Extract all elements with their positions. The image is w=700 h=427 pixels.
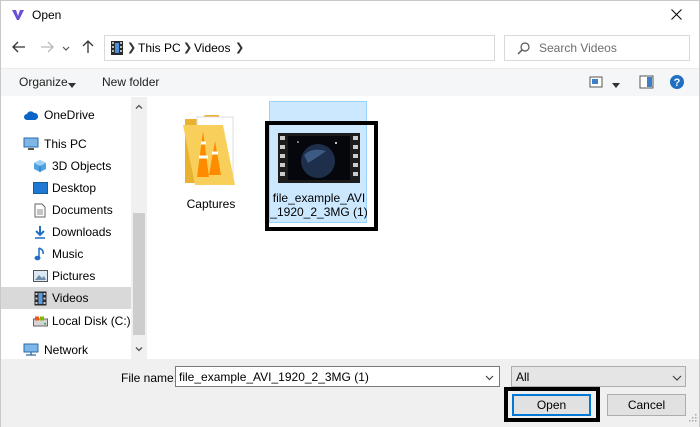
recent-locations-button[interactable] — [58, 36, 74, 60]
desktop-icon — [32, 180, 48, 196]
sidebar-item-desktop[interactable]: Desktop — [1, 177, 131, 199]
navigation-pane: OneDrive This PC 3D Objects Desktop Docu… — [1, 97, 147, 359]
sidebar-item-network[interactable]: Network — [1, 339, 131, 361]
sidebar-item-label: 3D Objects — [52, 159, 112, 173]
download-arrow-icon — [32, 224, 48, 240]
annotation-highlight-box — [265, 121, 378, 231]
sidebar-item-pictures[interactable]: Pictures — [1, 265, 131, 287]
navigation-bar: ❯ This PC ❯ Videos ❯ — [1, 34, 699, 62]
file-name-label: File name: — [121, 371, 178, 385]
sidebar-item-downloads[interactable]: Downloads — [1, 221, 131, 243]
chevron-down-icon — [485, 370, 494, 384]
file-item-captures[interactable]: Captures — [161, 101, 261, 213]
sidebar-item-label: OneDrive — [44, 108, 95, 122]
help-icon[interactable]: ? — [669, 74, 685, 93]
open-file-dialog: Open ❯ This PC ❯ Videos ❯ Search Videos … — [0, 0, 700, 427]
scroll-up-icon[interactable] — [134, 101, 144, 111]
sidebar-item-onedrive[interactable]: OneDrive — [1, 104, 131, 126]
sidebar-item-label: Videos — [52, 291, 89, 305]
recent-locations-chevron-icon — [62, 41, 70, 55]
computer-icon — [23, 136, 39, 152]
breadcrumb-separator[interactable]: ❯ — [183, 41, 192, 54]
breadcrumb-separator[interactable]: ❯ — [235, 41, 244, 54]
organize-menu-button[interactable]: Organize — [19, 75, 68, 89]
dialog-footer: File name: All Open Cancel — [1, 359, 699, 427]
window-title: Open — [32, 8, 62, 22]
sidebar-item-label: Downloads — [52, 225, 112, 239]
search-icon — [517, 42, 530, 58]
sidebar-item-3d-objects[interactable]: 3D Objects — [1, 155, 131, 177]
cloud-icon — [23, 107, 39, 123]
picture-icon — [32, 268, 48, 284]
sidebar-item-music[interactable]: Music — [1, 243, 131, 265]
search-box[interactable] — [504, 35, 690, 61]
sidebar-item-this-pc[interactable]: This PC — [1, 133, 131, 155]
app-logo-icon — [10, 7, 26, 23]
forward-button[interactable] — [36, 36, 58, 60]
file-type-value: All — [516, 370, 530, 384]
sidebar-item-label: Local Disk (C:) — [52, 314, 131, 328]
search-input[interactable] — [539, 40, 684, 56]
svg-text:?: ? — [674, 77, 681, 89]
back-button[interactable] — [8, 36, 30, 60]
sidebar-item-label: Documents — [52, 203, 113, 217]
file-list: Captures file_example_AVI _1920_2_3MG (1… — [147, 97, 699, 359]
file-item-label: Captures — [186, 197, 236, 211]
document-icon — [32, 202, 48, 218]
breadcrumb-videos[interactable]: Videos — [194, 41, 230, 55]
navigation-pane-scrollbar[interactable] — [131, 97, 147, 359]
view-caret-icon[interactable] — [612, 77, 620, 91]
preview-pane-icon[interactable] — [639, 75, 654, 92]
sidebar-item-label: Music — [52, 247, 84, 261]
videos-folder-icon — [110, 40, 124, 59]
resize-grip-icon[interactable] — [687, 411, 697, 425]
music-note-icon — [32, 246, 48, 262]
sidebar-item-label: Pictures — [52, 269, 96, 283]
folder-icon — [179, 113, 241, 196]
cancel-button[interactable]: Cancel — [607, 394, 686, 416]
title-bar: Open — [1, 1, 699, 31]
film-icon — [32, 290, 48, 306]
file-name-input[interactable] — [179, 369, 479, 384]
breadcrumb-separator[interactable]: ❯ — [127, 41, 136, 54]
network-icon — [23, 342, 39, 358]
close-button[interactable] — [653, 1, 699, 31]
file-type-select[interactable]: All — [511, 366, 686, 387]
command-toolbar: Organize New folder ? — [1, 68, 699, 96]
sidebar-item-label: Desktop — [52, 181, 97, 195]
forward-arrow-icon — [40, 41, 54, 56]
scrollbar-thumb[interactable] — [133, 213, 145, 335]
sidebar-item-documents[interactable]: Documents — [1, 199, 131, 221]
sidebar-item-label: Network — [44, 343, 89, 357]
up-arrow-icon — [82, 39, 94, 57]
organize-caret-icon — [68, 77, 76, 91]
close-icon — [670, 9, 682, 23]
sidebar-item-label: This PC — [44, 137, 87, 151]
sidebar-item-videos[interactable]: Videos — [1, 287, 131, 309]
breadcrumb-this-pc[interactable]: This PC — [138, 41, 181, 55]
new-folder-button[interactable]: New folder — [102, 75, 159, 89]
sidebar-item-local-disk[interactable]: Local Disk (C:) — [1, 310, 131, 332]
annotation-highlight-box — [504, 387, 600, 422]
back-arrow-icon — [12, 41, 26, 56]
scroll-down-icon[interactable] — [134, 344, 144, 354]
cube-icon — [32, 158, 48, 174]
file-name-dropdown-button[interactable] — [479, 367, 499, 386]
chevron-down-icon — [672, 371, 682, 385]
file-name-combobox[interactable] — [175, 366, 500, 387]
up-button[interactable] — [77, 36, 99, 60]
change-view-icon[interactable] — [589, 75, 605, 92]
selection-highlight — [269, 101, 367, 121]
drive-icon — [32, 313, 48, 329]
address-bar[interactable]: ❯ This PC ❯ Videos ❯ — [104, 35, 587, 61]
